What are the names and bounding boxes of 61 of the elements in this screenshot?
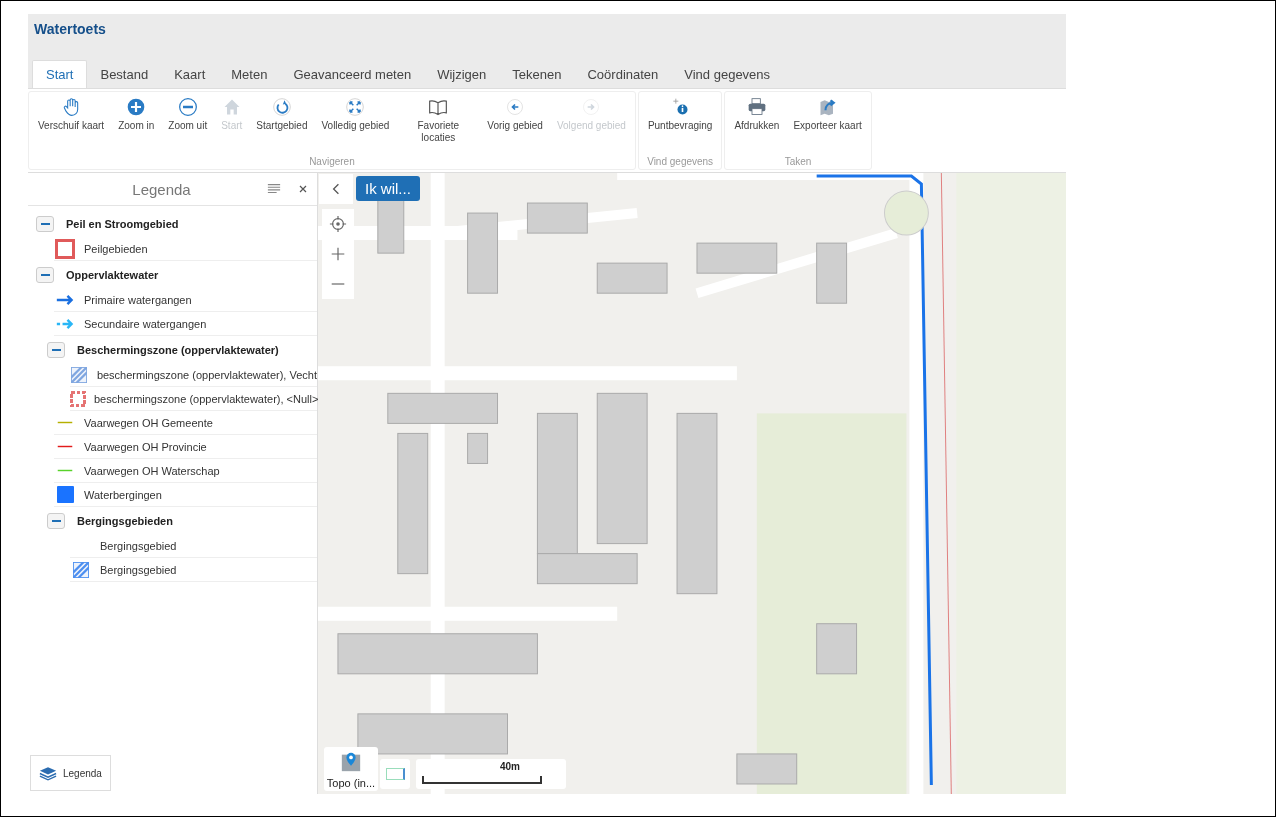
ribbon-button[interactable]: Vorig gebied: [480, 92, 550, 156]
ribbon-button[interactable]: Volledig gebied: [314, 92, 397, 156]
legend-title: Legenda: [131, 180, 192, 198]
legend-label: Primaire watergangen: [84, 293, 192, 306]
legend-label: Vaarwegen OH Waterschap: [84, 464, 220, 477]
printer-icon: [746, 97, 767, 117]
map-pin-icon: [340, 751, 362, 773]
ribbon-tab[interactable]: Kaart: [161, 61, 219, 88]
ribbon-tab[interactable]: Start: [32, 60, 88, 88]
legend-label: beschermingszone (oppervlaktewater), Vecht: [96, 368, 317, 381]
legend-label: Bergingsgebied: [100, 539, 177, 552]
collapse-toggle[interactable]: [36, 266, 54, 283]
legend-group: Peil en Stroomgebied: [66, 217, 179, 230]
scale-label: 40m: [500, 761, 520, 772]
close-icon[interactable]: [297, 183, 309, 195]
ribbon-button[interactable]: Favoriete locaties: [396, 92, 481, 156]
ribbon-button[interactable]: Afdrukken: [727, 92, 787, 156]
ribbon-button[interactable]: Exporteer kaart: [786, 92, 869, 156]
minus-icon: [177, 97, 198, 117]
legend-group: Beschermingszone (oppervlaktewater): [77, 343, 279, 356]
legend-label: Peilgebieden: [84, 242, 148, 255]
group-label: Vind gegevens: [647, 156, 714, 169]
ribbon-tab[interactable]: Meten: [218, 61, 281, 88]
ribbon-button[interactable]: Zoom uit: [161, 92, 215, 156]
legend-label: Vaarwegen OH Provincie: [84, 440, 207, 453]
book-icon: [428, 97, 449, 117]
collapse-toggle[interactable]: [36, 215, 54, 232]
legend-label: Vaarwegen OH Gemeente: [84, 416, 213, 429]
ribbon-tab[interactable]: Vind gegevens: [671, 61, 784, 88]
layers-icon: [39, 765, 57, 781]
group-label: Navigeren: [309, 156, 355, 169]
plus-icon: [126, 97, 147, 117]
ribbon-tab[interactable]: Bestand: [87, 61, 162, 88]
locate-icon[interactable]: [329, 215, 347, 233]
ribbon-button[interactable]: Verschuif kaart: [31, 92, 112, 156]
legend-label: Secundaire watergangen: [84, 317, 207, 330]
ribbon-tab[interactable]: Geavanceerd meten: [280, 61, 425, 88]
ik-wil-button[interactable]: Ik wil...: [356, 176, 420, 201]
group-label: Taken: [784, 156, 812, 169]
legend-label: beschermingszone (oppervlaktewater), <Null>: [94, 392, 319, 405]
legend-label: Bergingsgebied: [100, 563, 177, 576]
menu-icon[interactable]: [267, 182, 281, 196]
chevron-left-icon: [332, 183, 340, 195]
ribbon-button[interactable]: Puntbevraging: [640, 92, 720, 156]
ribbon-button[interactable]: Startgebied: [249, 92, 315, 156]
ribbon-tab[interactable]: Coördinaten: [574, 61, 672, 88]
ribbon-tab[interactable]: Wijzigen: [424, 61, 500, 88]
legend-tab[interactable]: Legenda: [30, 755, 111, 791]
collapse-toggle[interactable]: [47, 341, 65, 358]
ribbon-button[interactable]: Zoom in: [111, 92, 162, 156]
back-icon: [505, 97, 526, 117]
legend-label: Waterbergingen: [84, 488, 162, 501]
basemap-button[interactable]: Topo (in...: [324, 747, 378, 791]
app-title: Watertoets: [34, 21, 106, 37]
collapse-toggle[interactable]: [47, 512, 65, 529]
legend-group: Bergingsgebieden: [77, 514, 173, 527]
scale-icon[interactable]: [380, 759, 410, 789]
reset-icon: [271, 97, 292, 117]
ribbon-tab[interactable]: Tekenen: [499, 61, 575, 88]
legend-group: Oppervlaktewater: [66, 268, 159, 281]
fwd-icon: [581, 97, 602, 117]
